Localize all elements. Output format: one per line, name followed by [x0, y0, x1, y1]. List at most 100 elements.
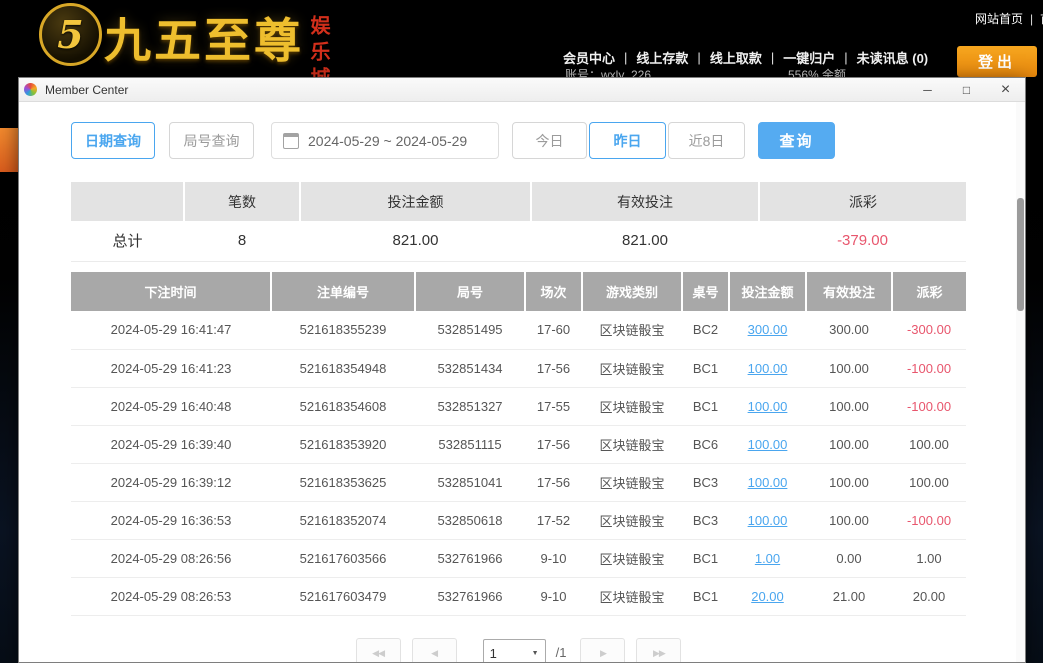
col-round-id: 局号	[415, 272, 525, 311]
bet-row: 2024-05-29 08:26:56521617603566532761966…	[71, 539, 966, 577]
nav-link-5[interactable]: 未读讯息 (0)	[857, 48, 929, 67]
window-title: Member Center	[45, 83, 128, 97]
bet-time-cell: 2024-05-29 08:26:56	[71, 539, 271, 577]
bet-amount-cell: 100.00	[729, 387, 806, 425]
bet-row: 2024-05-29 16:41:47521618355239532851495…	[71, 311, 966, 349]
game-type-cell: 区块链骰宝	[582, 539, 682, 577]
table-id-cell: BC3	[682, 501, 729, 539]
round-id-cell: 532851434	[415, 349, 525, 387]
game-type-cell: 区块链骰宝	[582, 577, 682, 615]
summary-header-row: 笔数 投注金额 有效投注 派彩	[71, 182, 966, 221]
scrollbar-track[interactable]	[1016, 102, 1025, 662]
minimize-button[interactable]: ─	[908, 78, 947, 101]
today-button[interactable]: 今日	[512, 122, 587, 159]
game-type-cell: 区块链骰宝	[582, 463, 682, 501]
bet-amount-link[interactable]: 100.00	[748, 437, 788, 452]
summary-valid-bet-value: 821.00	[531, 221, 759, 261]
last-page-button[interactable]: ▶▶	[636, 638, 681, 662]
app-icon	[24, 83, 37, 96]
bet-amount-link[interactable]: 100.00	[748, 475, 788, 490]
pagination: ◀◀ ◀ 1 ▼ /1 ▶ ▶▶	[71, 638, 966, 662]
bet-amount-cell: 100.00	[729, 425, 806, 463]
window-content: 日期查询 局号查询 2024-05-29 ~ 2024-05-29 今日 昨日 …	[19, 102, 1025, 662]
window-titlebar[interactable]: Member Center ─ □ ×	[19, 78, 1025, 102]
page-select-value: 1	[490, 646, 497, 661]
valid-bet-cell: 100.00	[806, 387, 892, 425]
bet-amount-cell: 100.00	[729, 349, 806, 387]
top-nav: 会员中心|线上存款|线上取款|一键归户|未读讯息 (0)	[563, 48, 928, 67]
bet-slip-id-cell: 521618354608	[271, 387, 415, 425]
payout-cell: 1.00	[892, 539, 966, 577]
summary-count-value: 8	[184, 221, 300, 261]
bet-row: 2024-05-29 16:36:53521618352074532850618…	[71, 501, 966, 539]
summary-col-payout: 派彩	[759, 182, 966, 221]
banner-strip	[0, 128, 18, 172]
valid-bet-cell: 100.00	[806, 501, 892, 539]
nav-link-4[interactable]: 一键归户	[783, 48, 835, 67]
maximize-button[interactable]: □	[947, 78, 986, 101]
nav-separator: |	[844, 50, 847, 65]
date-range-input[interactable]: 2024-05-29 ~ 2024-05-29	[271, 122, 499, 159]
top-right-links: 网站首页|首	[975, 10, 1043, 27]
home-link[interactable]: 网站首页	[975, 12, 1023, 26]
table-id-cell: BC6	[682, 425, 729, 463]
last-8-days-button[interactable]: 近8日	[668, 122, 745, 159]
bet-time-cell: 2024-05-29 16:41:23	[71, 349, 271, 387]
bets-header-row: 下注时间 注单编号 局号 场次 游戏类别 桌号 投注金额 有效投注 派彩	[71, 272, 966, 311]
close-button[interactable]: ×	[986, 78, 1025, 101]
next-page-button[interactable]: ▶	[580, 638, 625, 662]
bet-slip-id-cell: 521618355239	[271, 311, 415, 349]
bet-amount-link[interactable]: 100.00	[748, 361, 788, 376]
nav-link-2[interactable]: 线上存款	[636, 48, 688, 67]
tab-date-query[interactable]: 日期查询	[71, 122, 155, 159]
bet-amount-link[interactable]: 300.00	[748, 322, 788, 337]
bet-slip-id-cell: 521617603566	[271, 539, 415, 577]
bet-slip-id-cell: 521618353625	[271, 463, 415, 501]
bet-amount-cell: 100.00	[729, 463, 806, 501]
payout-cell: 100.00	[892, 425, 966, 463]
valid-bet-cell: 0.00	[806, 539, 892, 577]
table-id-cell: BC3	[682, 463, 729, 501]
valid-bet-cell: 300.00	[806, 311, 892, 349]
col-bet-time: 下注时间	[71, 272, 271, 311]
bet-amount-cell: 100.00	[729, 501, 806, 539]
table-id-cell: BC1	[682, 387, 729, 425]
col-bet-amount: 投注金额	[729, 272, 806, 311]
session-cell: 17-52	[525, 501, 582, 539]
session-cell: 17-60	[525, 311, 582, 349]
col-valid-bet: 有效投注	[806, 272, 892, 311]
previous-page-button[interactable]: ◀	[412, 638, 457, 662]
round-id-cell: 532761966	[415, 539, 525, 577]
col-bet-slip-id: 注单编号	[271, 272, 415, 311]
bets-table: 下注时间 注单编号 局号 场次 游戏类别 桌号 投注金额 有效投注 派彩 202…	[71, 272, 966, 616]
tab-round-query[interactable]: 局号查询	[169, 122, 254, 159]
member-center-window: Member Center ─ □ × 日期查询 局号查询 2024-05-29…	[18, 77, 1026, 663]
session-cell: 17-55	[525, 387, 582, 425]
session-cell: 17-56	[525, 425, 582, 463]
nav-link-3[interactable]: 线上取款	[710, 48, 762, 67]
bet-amount-link[interactable]: 100.00	[748, 513, 788, 528]
summary-col-count: 笔数	[184, 182, 300, 221]
bet-time-cell: 2024-05-29 16:39:12	[71, 463, 271, 501]
chevron-down-icon: ▼	[532, 650, 539, 657]
bet-slip-id-cell: 521618353920	[271, 425, 415, 463]
bet-slip-id-cell: 521618352074	[271, 501, 415, 539]
logout-button[interactable]: 登出	[957, 46, 1037, 77]
valid-bet-cell: 21.00	[806, 577, 892, 615]
bet-amount-cell: 20.00	[729, 577, 806, 615]
page-select[interactable]: 1 ▼	[483, 639, 546, 662]
bet-amount-link[interactable]: 1.00	[755, 551, 780, 566]
bet-slip-id-cell: 521618354948	[271, 349, 415, 387]
yesterday-button[interactable]: 昨日	[589, 122, 666, 159]
summary-col-bet-amount: 投注金额	[300, 182, 531, 221]
bet-amount-link[interactable]: 20.00	[751, 589, 784, 604]
payout-cell: -100.00	[892, 387, 966, 425]
first-page-button[interactable]: ◀◀	[356, 638, 401, 662]
bet-amount-link[interactable]: 100.00	[748, 399, 788, 414]
nav-link-1[interactable]: 会员中心	[563, 48, 615, 67]
valid-bet-cell: 100.00	[806, 349, 892, 387]
scrollbar-thumb[interactable]	[1017, 198, 1024, 311]
summary-total-label: 总计	[71, 221, 184, 261]
window-controls: ─ □ ×	[908, 78, 1025, 101]
query-button[interactable]: 查询	[758, 122, 835, 159]
